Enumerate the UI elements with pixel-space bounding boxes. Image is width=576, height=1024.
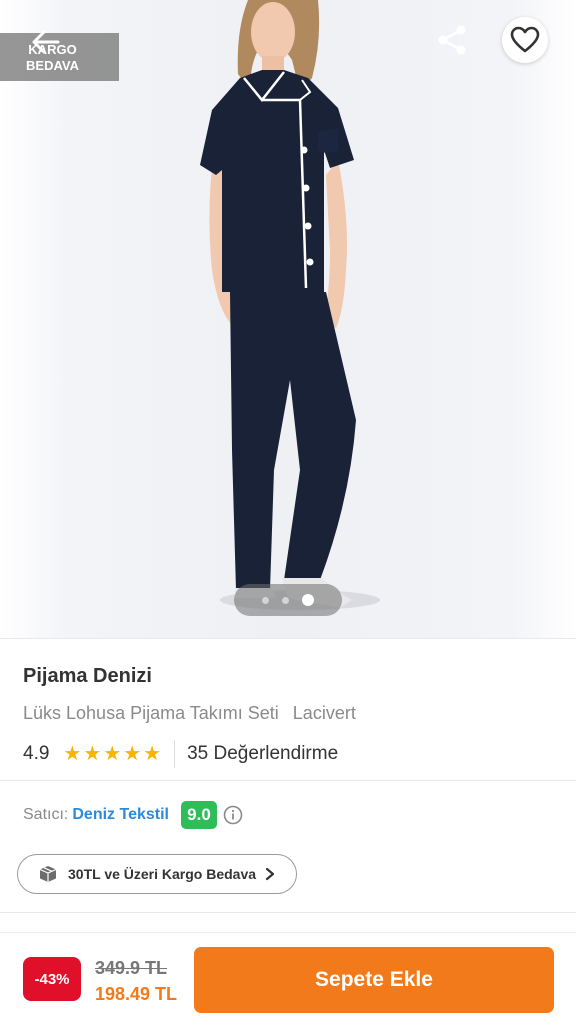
divider xyxy=(174,740,176,768)
shipping-info-text: 30TL ve Üzeri Kargo Bedava xyxy=(68,866,257,882)
star-icon: ★ xyxy=(63,743,82,765)
product-variant: Lacivert xyxy=(292,703,356,723)
seller-row: Satıcı: Deniz Tekstil 9.0 xyxy=(23,800,243,830)
product-brand[interactable]: Pijama Denizi xyxy=(23,665,152,688)
pager-dot-active[interactable] xyxy=(302,594,314,606)
seller-label: Satıcı: xyxy=(23,806,69,823)
divider xyxy=(0,638,576,639)
image-pager[interactable] xyxy=(234,584,342,616)
product-name: Lüks Lohusa Pijama Takımı Seti xyxy=(23,703,279,723)
chevron-right-icon xyxy=(265,867,275,881)
product-image-gallery[interactable]: KARGO BEDAVA xyxy=(0,0,576,638)
product-title: Lüks Lohusa Pijama Takımı Seti Lacivert xyxy=(23,703,356,724)
product-photo[interactable] xyxy=(0,0,576,638)
old-price: 349.9 TL xyxy=(95,958,168,978)
seller-name-link[interactable]: Deniz Tekstil xyxy=(72,806,169,824)
star-icon: ★ xyxy=(123,743,142,765)
rating-stars: ★ ★ ★ ★ ★ xyxy=(63,744,161,764)
favorite-button[interactable] xyxy=(502,17,548,63)
back-button[interactable] xyxy=(26,22,66,62)
add-to-cart-button[interactable]: Sepete Ekle xyxy=(194,947,554,1013)
star-icon: ★ xyxy=(83,743,102,765)
package-box-icon xyxy=(39,866,57,882)
shipping-info-button[interactable]: 30TL ve Üzeri Kargo Bedava xyxy=(17,854,297,894)
current-price: 198.49 TL xyxy=(95,984,178,1004)
discount-badge: -43% xyxy=(23,957,81,1001)
pager-dot[interactable] xyxy=(282,596,289,604)
share-icon xyxy=(438,25,466,55)
rating-value: 4.9 xyxy=(23,743,50,764)
divider xyxy=(0,912,576,913)
arrow-left-icon xyxy=(32,30,60,54)
info-circle-icon[interactable] xyxy=(223,805,243,825)
seller-score-badge: 9.0 xyxy=(180,801,217,829)
pager-dot[interactable] xyxy=(262,596,269,604)
share-button[interactable] xyxy=(432,20,472,60)
star-icon: ★ xyxy=(103,743,122,765)
review-count-link[interactable]: 35 Değerlendirme xyxy=(187,743,338,765)
divider xyxy=(0,780,576,781)
heart-outline-icon xyxy=(510,26,540,53)
rating-row[interactable]: 4.9 ★ ★ ★ ★ ★ 35 Değerlendirme xyxy=(23,740,338,768)
star-icon: ★ xyxy=(143,743,162,765)
purchase-bar: -43% 349.9 TL 198.49 TL Sepete Ekle xyxy=(0,932,576,1024)
